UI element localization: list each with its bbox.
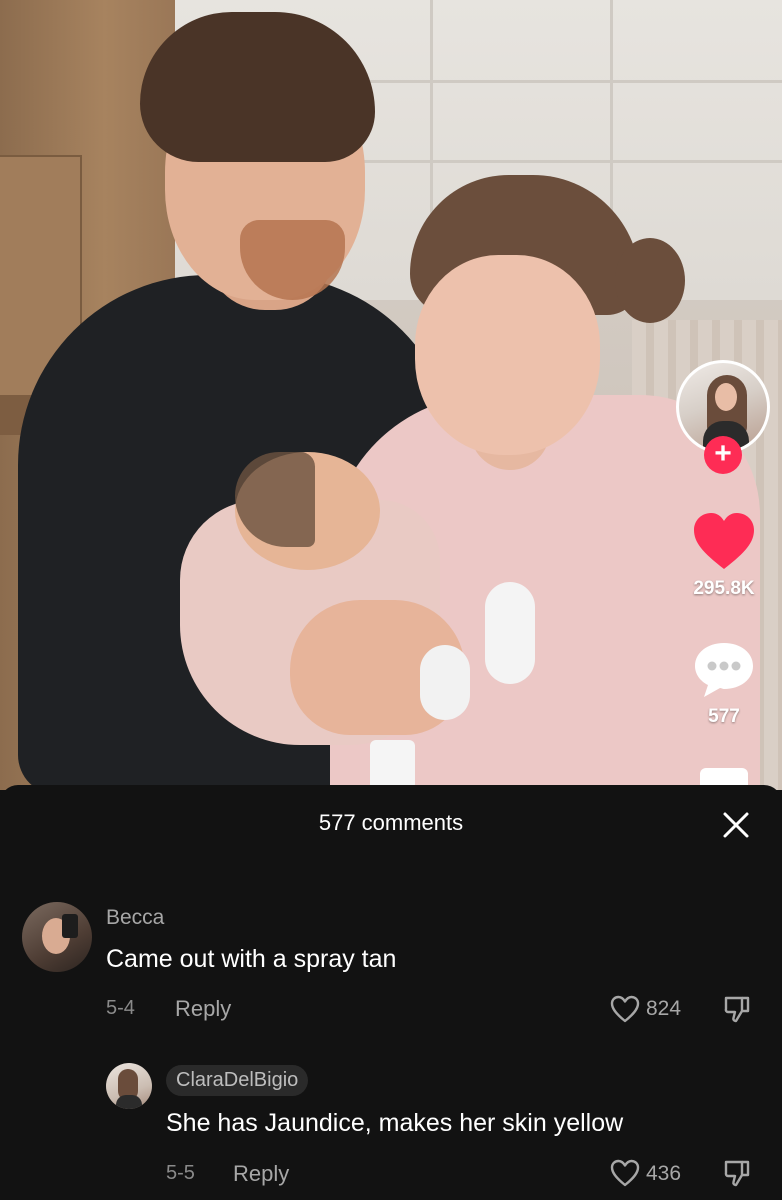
comment-date: 5-5	[166, 1162, 195, 1184]
comment-username[interactable]: ClaraDelBigio	[166, 1065, 309, 1096]
heart-icon[interactable]	[692, 512, 756, 572]
comment-date: 5-4	[106, 997, 135, 1019]
video-player[interactable]: + 295.8K 577	[0, 0, 782, 790]
heart-outline-icon[interactable]	[610, 995, 640, 1023]
comments-title: 577 comments	[318, 810, 464, 835]
hospital-bracelet	[370, 740, 415, 790]
comment-like-count: 824	[646, 997, 682, 1020]
comments-count: 577	[708, 706, 740, 727]
likes-count: 295.8K	[693, 578, 755, 599]
avatar[interactable]	[106, 1063, 152, 1109]
thumbs-down-icon[interactable]	[722, 994, 752, 1024]
comment-like-count: 436	[646, 1162, 682, 1185]
comment-text: She has Jaundice, makes her skin yellow	[166, 1109, 624, 1137]
plus-icon[interactable]: +	[704, 436, 742, 474]
thumbs-down-icon[interactable]	[722, 1158, 752, 1188]
heart-outline-icon[interactable]	[610, 1159, 640, 1187]
comment-username[interactable]: Becca	[106, 906, 164, 930]
comment-icon[interactable]	[692, 640, 756, 700]
close-icon[interactable]	[720, 809, 752, 841]
reply-button[interactable]: Reply	[233, 1161, 289, 1187]
reply-button[interactable]: Reply	[175, 996, 231, 1022]
comments-sheet: 577 comments Becca Came out with a spray…	[0, 785, 782, 1200]
comment-text: Came out with a spray tan	[106, 945, 397, 973]
avatar[interactable]	[22, 902, 92, 972]
